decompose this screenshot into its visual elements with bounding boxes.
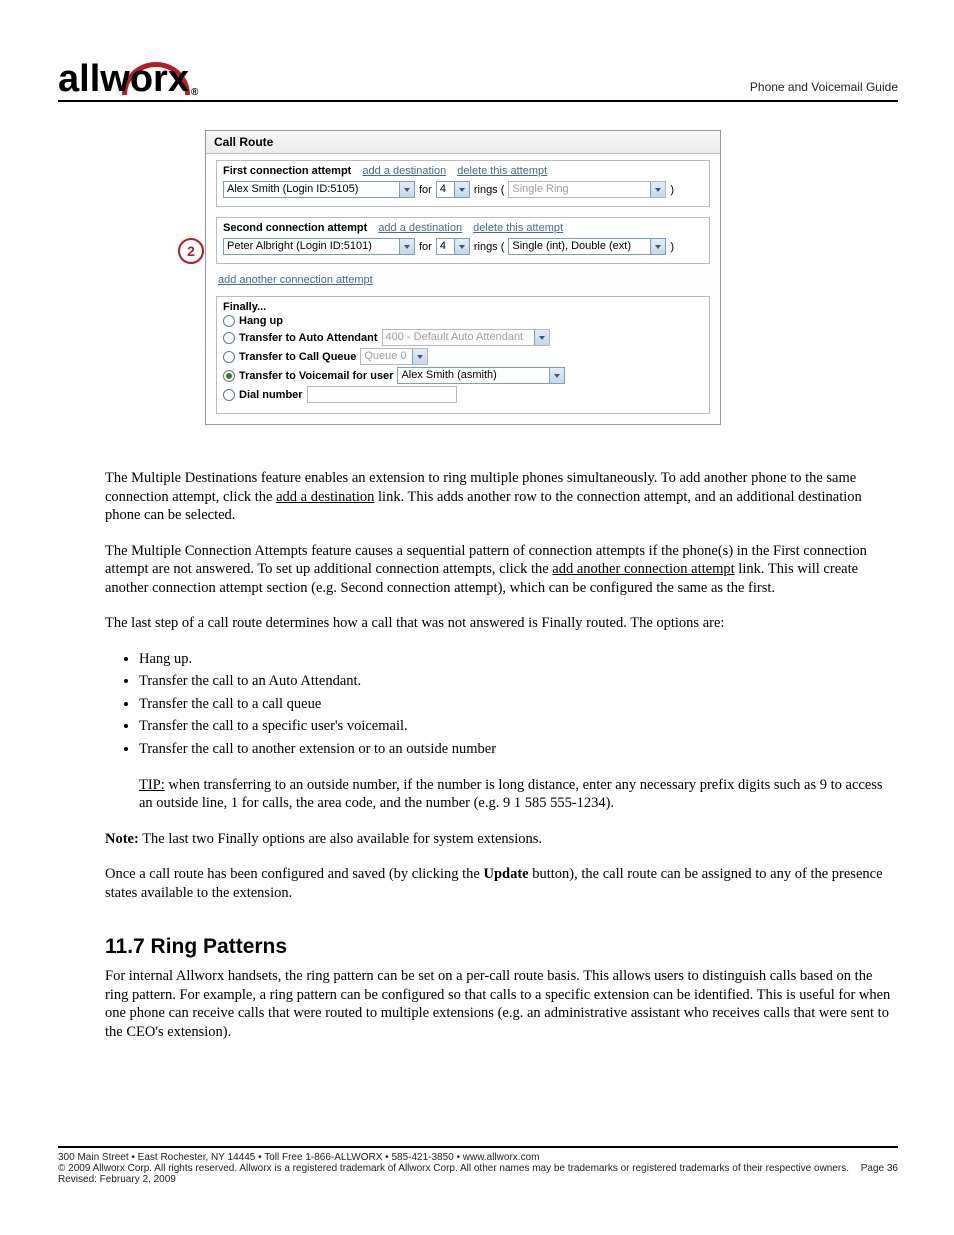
panel-title: Call Route <box>206 131 720 154</box>
section-heading: 11.7 Ring Patterns <box>105 934 891 961</box>
attempt2-heading: Second connection attempt <box>223 222 367 234</box>
add-destination-link-2[interactable]: add a destination <box>378 222 462 234</box>
body-text: The Multiple Destinations feature enable… <box>105 469 891 1058</box>
attempt2-ringtype-select[interactable]: Single (int), Double (ext) <box>508 238 666 255</box>
attempt2-user-select[interactable]: Peter Albright (Login ID:5101) <box>223 238 415 255</box>
callout-number: 2 <box>178 238 204 264</box>
rings-label-2: rings ( <box>474 241 505 253</box>
tip-label: TIP: <box>139 777 165 793</box>
finally-title: Finally... <box>223 301 703 313</box>
footer-copyright: © 2009 Allworx Corp. All rights reserved… <box>58 1163 849 1174</box>
first-connection-attempt: First connection attempt add a destinati… <box>216 160 710 207</box>
auto-attendant-select[interactable]: 400 - Default Auto Attendant <box>382 329 550 346</box>
update-word: Update <box>483 866 528 882</box>
voicemail-user-select[interactable]: Alex Smith (asmith) <box>397 367 565 384</box>
footer-revised: Revised: February 2, 2009 <box>58 1174 849 1185</box>
page-footer: 300 Main Street • East Rochester, NY 144… <box>58 1146 898 1185</box>
hangup-label: Hang up <box>239 315 283 327</box>
dial-number-label: Dial number <box>239 389 303 401</box>
para1-link: add a destination <box>276 489 374 505</box>
attempt1-rings-select[interactable]: 4 <box>436 181 470 198</box>
for-label-2: for <box>419 241 432 253</box>
voicemail-label: Transfer to Voicemail for user <box>239 370 393 382</box>
second-connection-attempt: Second connection attempt add a destinat… <box>216 217 710 264</box>
auto-attendant-label: Transfer to Auto Attendant <box>239 332 378 344</box>
para5: For internal Allworx handsets, the ring … <box>105 967 891 1041</box>
allworx-logo: allw orx ® <box>58 50 198 98</box>
list-item: Transfer the call to a specific user's v… <box>139 717 891 736</box>
add-another-attempt-link[interactable]: add another connection attempt <box>218 274 373 286</box>
footer-address: 300 Main Street • East Rochester, NY 144… <box>58 1152 849 1163</box>
registered-mark: ® <box>191 88 198 98</box>
call-route-panel: Call Route First connection attempt add … <box>205 130 721 425</box>
finally-section: Finally... Hang up Transfer to Auto Atte… <box>216 296 710 414</box>
para2-link: add another connection attempt <box>552 561 734 577</box>
list-item: Transfer the call to an Auto Attendant. <box>139 672 891 691</box>
attempt1-heading: First connection attempt <box>223 165 351 177</box>
tip-text: when transferring to an outside number, … <box>139 777 883 812</box>
radio-dial-number[interactable] <box>223 389 235 401</box>
note-text: The last two Finally options are also av… <box>142 831 542 847</box>
doc-title: Phone and Voicemail Guide <box>750 80 898 98</box>
radio-call-queue[interactable] <box>223 351 235 363</box>
para4a: Once a call route has been configured an… <box>105 866 483 882</box>
footer-page: Page 36 <box>861 1163 898 1174</box>
for-label: for <box>419 184 432 196</box>
para3: The last step of a call route determines… <box>105 614 891 633</box>
page-header: allw orx ® Phone and Voicemail Guide <box>58 50 898 102</box>
rings-label: rings ( <box>474 184 505 196</box>
note-label: Note: <box>105 831 139 847</box>
radio-voicemail[interactable] <box>223 370 235 382</box>
delete-attempt-link-2[interactable]: delete this attempt <box>473 222 563 234</box>
list-item: Hang up. <box>139 650 891 669</box>
radio-auto-attendant[interactable] <box>223 332 235 344</box>
attempt1-ringtype-select[interactable]: Single Ring <box>508 181 666 198</box>
call-queue-select[interactable]: Queue 0 <box>360 348 428 365</box>
finally-options-list: Hang up. Transfer the call to an Auto At… <box>105 650 891 759</box>
call-queue-label: Transfer to Call Queue <box>239 351 356 363</box>
list-item: Transfer the call to a call queue <box>139 695 891 714</box>
radio-hangup[interactable] <box>223 315 235 327</box>
attempt1-user-select[interactable]: Alex Smith (Login ID:5105) <box>223 181 415 198</box>
delete-attempt-link[interactable]: delete this attempt <box>457 165 547 177</box>
list-item: Transfer the call to another extension o… <box>139 740 891 759</box>
dial-number-input[interactable] <box>307 386 457 403</box>
attempt2-rings-select[interactable]: 4 <box>436 238 470 255</box>
add-destination-link[interactable]: add a destination <box>362 165 446 177</box>
